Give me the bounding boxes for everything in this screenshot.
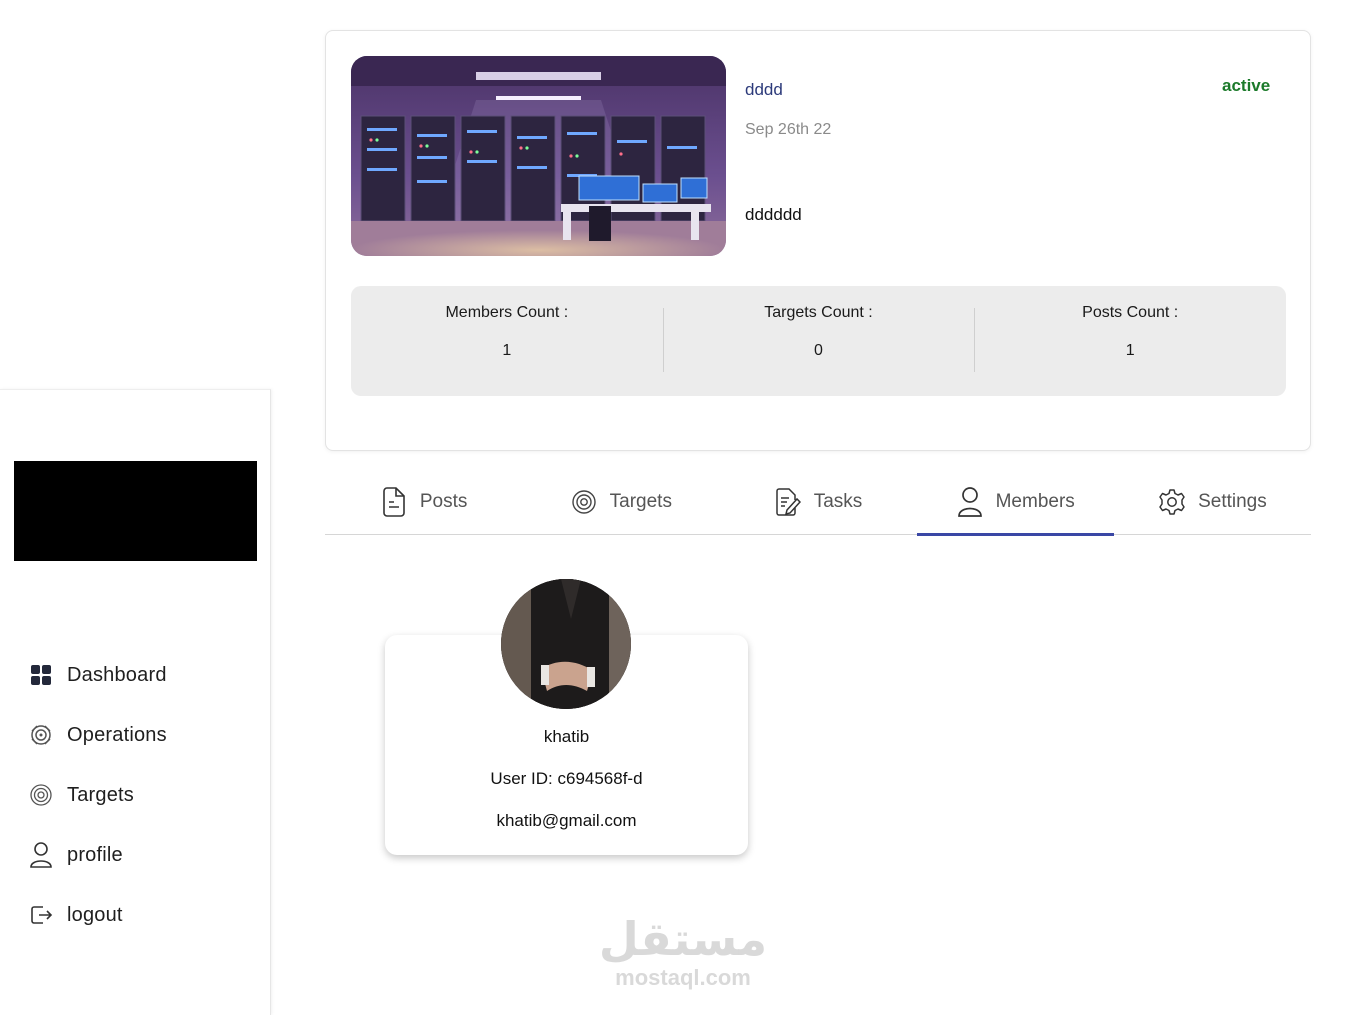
logout-icon (28, 902, 54, 928)
stat-label: Targets Count : (764, 304, 873, 321)
member-email: khatib@gmail.com (496, 811, 637, 830)
target-icon (570, 487, 598, 517)
sidebar-item-operations[interactable]: Operations (28, 705, 167, 765)
tab-members[interactable]: Members (916, 470, 1115, 536)
stats-panel: Members Count : 1 Targets Count : 0 Post… (351, 286, 1286, 396)
operation-cover-image (351, 56, 726, 256)
tab-label: Members (995, 491, 1075, 512)
logo-redacted (14, 461, 257, 561)
sidebar-item-profile[interactable]: profile (28, 825, 167, 885)
stat-value: 1 (1125, 342, 1135, 359)
user-icon (28, 842, 54, 868)
tab-label: Posts (419, 491, 468, 512)
sidebar-item-logout[interactable]: logout (28, 885, 167, 945)
tab-posts[interactable]: Posts (325, 470, 522, 534)
document-icon (380, 487, 408, 517)
sidebar-item-label: logout (67, 903, 123, 926)
dashboard-grid-icon (28, 662, 54, 688)
stat-posts: Posts Count : 1 (974, 286, 1286, 396)
stat-members: Members Count : 1 (351, 286, 663, 396)
watermark-arabic: مستقل (598, 912, 768, 966)
stat-value: 1 (502, 342, 512, 359)
tab-label: Tasks (813, 491, 863, 512)
tab-label: Targets (609, 491, 672, 512)
tab-tasks[interactable]: Tasks (719, 470, 916, 534)
sidebar-item-dashboard[interactable]: Dashboard (28, 645, 167, 705)
sidebar-item-label: profile (67, 843, 123, 866)
status-badge: active (1222, 76, 1271, 95)
sidebar-item-targets[interactable]: Targets (28, 765, 167, 825)
sidebar-nav: Dashboard Operations Targets profile log… (28, 645, 167, 945)
sidebar-item-label: Targets (67, 783, 134, 806)
target-icon (28, 782, 54, 808)
gear-icon (1158, 487, 1186, 517)
stat-label: Posts Count : (1082, 304, 1179, 321)
member-user-id: User ID: c694568f-d (490, 769, 643, 788)
stat-value: 0 (814, 342, 823, 359)
operation-card: dddd Sep 26th 22 dddddd active Members C… (325, 30, 1311, 451)
stat-targets: Targets Count : 0 (662, 286, 975, 396)
avatar (501, 579, 631, 709)
operation-tabs: Posts Targets Tasks Members Settings (325, 470, 1311, 536)
tab-settings[interactable]: Settings (1114, 470, 1311, 534)
sidebar-item-label: Operations (67, 723, 167, 746)
tab-label: Settings (1198, 491, 1267, 512)
operation-date: Sep 26th 22 (745, 121, 832, 138)
operation-name: dddd (745, 80, 783, 99)
watermark-latin: mostaql.com (615, 965, 751, 990)
user-icon (956, 487, 984, 517)
operation-description: dddddd (745, 205, 802, 224)
member-name: khatib (543, 727, 590, 746)
operations-icon (28, 722, 54, 748)
sidebar: Dashboard Operations Targets profile log… (0, 389, 271, 1015)
sidebar-item-label: Dashboard (67, 663, 167, 686)
tab-targets[interactable]: Targets (522, 470, 719, 534)
watermark: مستقل mostaql.com (598, 912, 768, 990)
tasks-icon (774, 487, 802, 517)
stat-label: Members Count : (445, 304, 569, 321)
